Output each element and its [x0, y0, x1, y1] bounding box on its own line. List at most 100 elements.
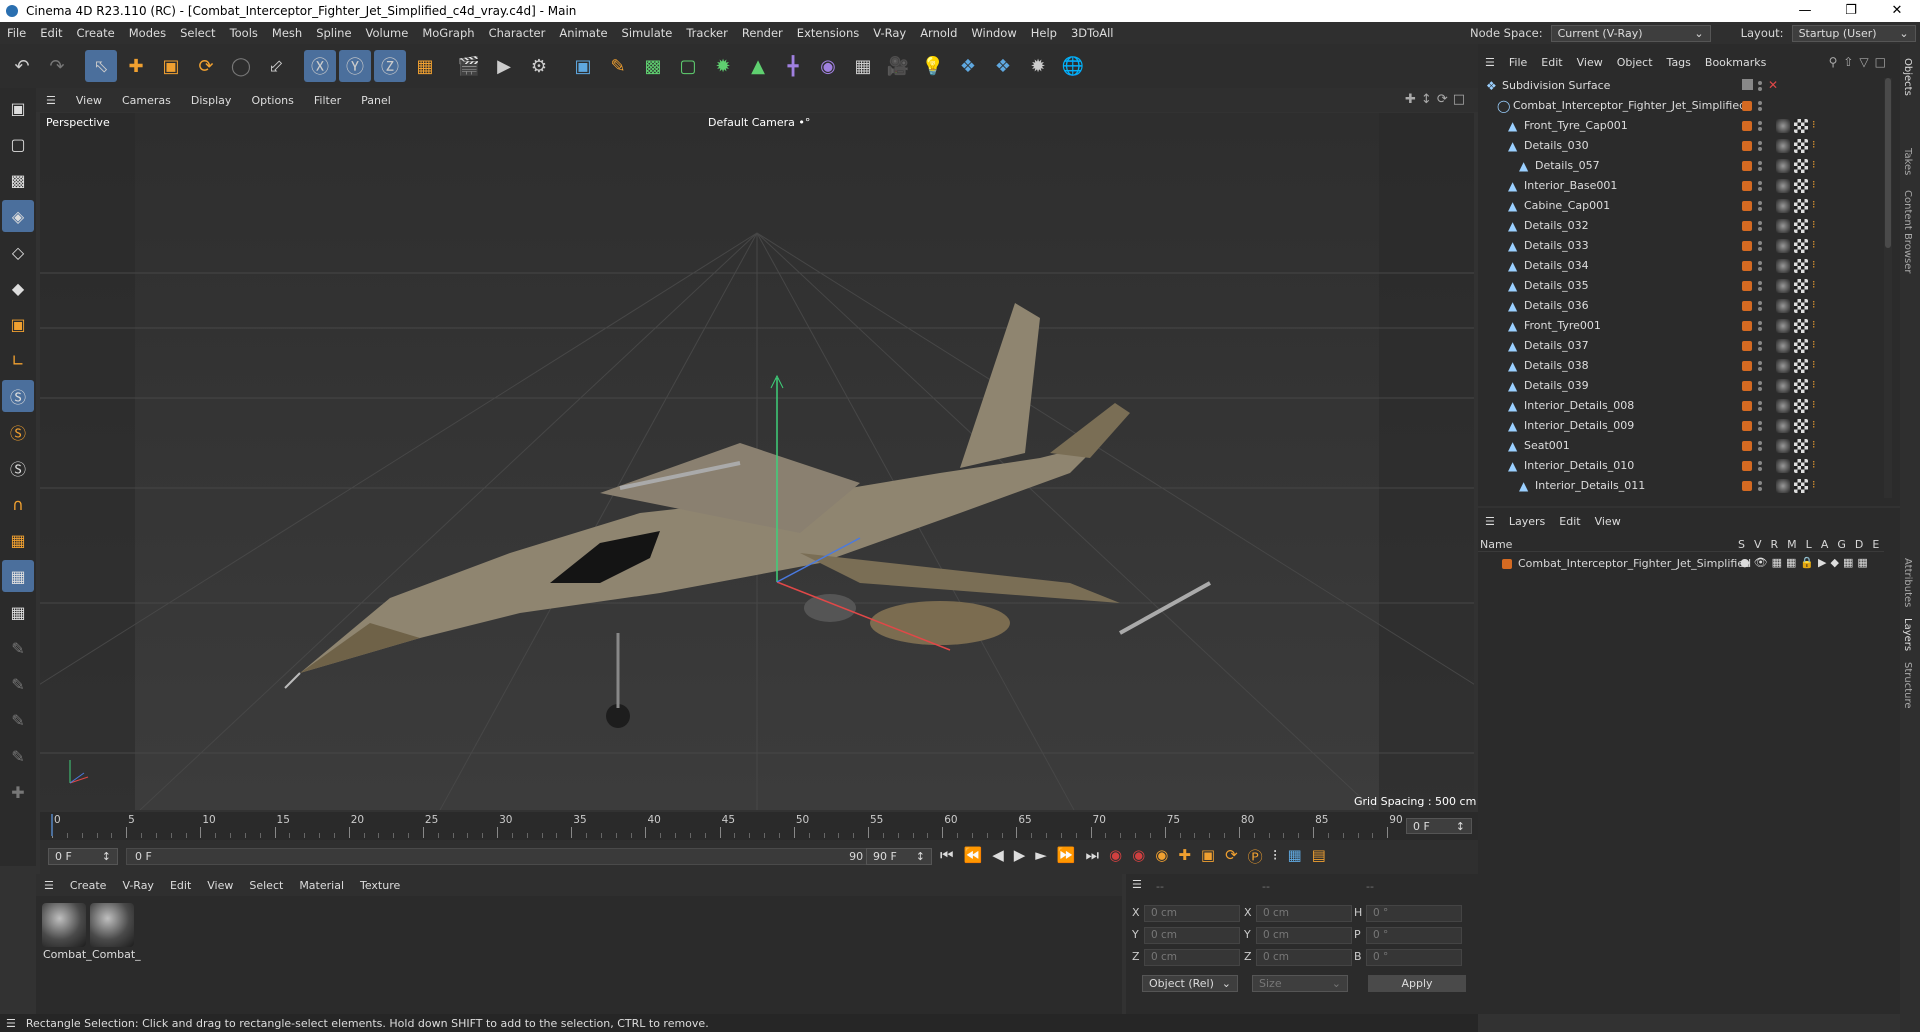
phong-tag-icon[interactable]: ⁝	[1812, 158, 1816, 171]
make-editable-icon[interactable]: ▣	[2, 92, 34, 124]
menu-animate[interactable]: Animate	[552, 26, 614, 40]
add-tool-icon[interactable]: ✚	[2, 776, 34, 808]
layer-flag-column[interactable]: A	[1821, 538, 1829, 551]
object-row[interactable]: ▲ Interior_Details_008 ⁝	[1478, 396, 1884, 416]
visibility-dots-icon[interactable]	[1758, 340, 1762, 352]
layer-flag-column[interactable]: L	[1806, 538, 1812, 551]
camera-icon[interactable]: 🎥	[882, 50, 914, 82]
node-space-dropdown[interactable]: Current (V-Ray) ⌄	[1550, 24, 1711, 42]
viewport-menu-view[interactable]: View	[66, 94, 112, 107]
menu-simulate[interactable]: Simulate	[615, 26, 680, 40]
visibility-dots-icon[interactable]	[1758, 400, 1762, 412]
material-tag-icon[interactable]	[1776, 299, 1790, 313]
layer-tag-icon[interactable]	[1742, 201, 1752, 211]
layer-row[interactable]: Combat_Interceptor_Fighter_Jet_Simplifie…	[1478, 555, 1884, 573]
visibility-dots-icon[interactable]	[1758, 200, 1762, 212]
layer-flag-column[interactable]: V	[1754, 538, 1762, 551]
frame-range-slider[interactable]: 0 F 90 F	[126, 848, 882, 865]
layer-tag-icon[interactable]	[1742, 161, 1752, 171]
paint-icon[interactable]: ✎	[2, 632, 34, 664]
rot-b-field[interactable]: 0 °	[1366, 949, 1462, 966]
menu-file[interactable]: File	[0, 26, 33, 40]
visibility-dots-icon[interactable]	[1758, 280, 1762, 292]
pos-y-field[interactable]: 0 cm	[1144, 927, 1240, 944]
material-menu-create[interactable]: Create	[62, 879, 115, 892]
brush-icon[interactable]: ✎	[2, 704, 34, 736]
maximize-icon[interactable]: ❐	[1828, 0, 1874, 22]
material-tag-icon[interactable]	[1776, 119, 1790, 133]
uvw-tag-icon[interactable]	[1794, 219, 1808, 233]
minimize-icon[interactable]: —	[1782, 0, 1828, 22]
rotation-key-icon[interactable]: ⟳	[1225, 846, 1238, 867]
viewport-menu-options[interactable]: Options	[241, 94, 303, 107]
polygon-object-icon[interactable]: ▲	[1508, 119, 1517, 133]
coordinate-system-icon[interactable]: ▦	[409, 50, 441, 82]
menu-extensions[interactable]: Extensions	[790, 26, 866, 40]
visibility-dots-icon[interactable]	[1758, 240, 1762, 252]
phong-tag-icon[interactable]: ⁝	[1812, 138, 1816, 151]
menu-3dtoall[interactable]: 3DToAll	[1064, 26, 1121, 40]
polygon-object-icon[interactable]: ▲	[1508, 199, 1517, 213]
layer-panel-menu-icon[interactable]: ☰	[1478, 515, 1502, 528]
tab-layers[interactable]: Layers	[1902, 618, 1913, 651]
menu-help[interactable]: Help	[1024, 26, 1064, 40]
python-generator-icon[interactable]: ❖	[987, 50, 1019, 82]
size-y-field[interactable]: 0 cm	[1256, 927, 1352, 944]
status-menu-icon[interactable]: ☰	[0, 1017, 26, 1030]
snap-icon[interactable]: Ⓢ	[2, 380, 34, 412]
layout-dropdown[interactable]: Startup (User) ⌄	[1791, 24, 1916, 42]
start-frame-field[interactable]: 0 F ↕	[48, 848, 118, 865]
selection-tool-icon[interactable]: ⬁	[85, 50, 117, 82]
viewport-panel-menu-icon[interactable]: ☰	[36, 94, 66, 107]
visibility-dots-icon[interactable]	[1758, 160, 1762, 172]
object-row[interactable]: ▲ Front_Tyre001 ⁝	[1478, 316, 1884, 336]
phong-tag-icon[interactable]: ⁝	[1812, 178, 1816, 191]
material-tag-icon[interactable]	[1776, 199, 1790, 213]
object-row[interactable]: ❖ Subdivision Surface ✕	[1478, 76, 1884, 96]
uvw-tag-icon[interactable]	[1794, 279, 1808, 293]
menu-character[interactable]: Character	[482, 26, 553, 40]
visibility-dots-icon[interactable]	[1758, 460, 1762, 472]
object-menu-bookmarks[interactable]: Bookmarks	[1698, 56, 1773, 69]
material-tag-icon[interactable]	[1776, 319, 1790, 333]
layer-tag-icon[interactable]	[1742, 381, 1752, 391]
coords-panel-menu-icon[interactable]: ☰	[1132, 878, 1142, 891]
phong-tag-icon[interactable]: ⁝	[1812, 298, 1816, 311]
material-tag-icon[interactable]	[1776, 419, 1790, 433]
pos-x-field[interactable]: 0 cm	[1144, 905, 1240, 922]
layer-tag-icon[interactable]	[1742, 181, 1752, 191]
phong-tag-icon[interactable]: ⁝	[1812, 378, 1816, 391]
light-icon[interactable]: 💡	[917, 50, 949, 82]
layer-flag-column[interactable]: E	[1872, 538, 1879, 551]
phong-tag-icon[interactable]: ⁝	[1812, 358, 1816, 371]
layer-tag-icon[interactable]	[1742, 241, 1752, 251]
object-row[interactable]: ▲ Details_032 ⁝	[1478, 216, 1884, 236]
visibility-dots-icon[interactable]	[1758, 300, 1762, 312]
y-axis-icon[interactable]: Ⓨ	[339, 50, 371, 82]
material-menu-vray[interactable]: V-Ray	[114, 879, 162, 892]
render-picture-viewer-icon[interactable]: ▶	[488, 50, 520, 82]
close-icon[interactable]: ✕	[1874, 0, 1920, 22]
polygon-object-icon[interactable]: ▲	[1508, 419, 1517, 433]
object-row[interactable]: ▲ Interior_Details_011 ⁝	[1478, 476, 1884, 496]
polygon-object-icon[interactable]: ▲	[1508, 179, 1517, 193]
layer-tag-icon[interactable]	[1742, 301, 1752, 311]
material-tag-icon[interactable]	[1776, 219, 1790, 233]
object-row[interactable]: ▲ Details_038 ⁝	[1478, 356, 1884, 376]
model-mode-icon[interactable]: ▢	[2, 128, 34, 160]
z-axis-icon[interactable]: Ⓩ	[374, 50, 406, 82]
menu-render[interactable]: Render	[735, 26, 790, 40]
menu-vray[interactable]: V-Ray	[866, 26, 913, 40]
polygon-object-icon[interactable]: ▲	[1508, 319, 1517, 333]
material-menu-view[interactable]: View	[199, 879, 241, 892]
point-mode-icon[interactable]: ◈	[2, 200, 34, 232]
play-icon[interactable]: ▶	[1014, 846, 1026, 867]
tab-structure[interactable]: Structure	[1902, 662, 1913, 709]
size-z-field[interactable]: 0 cm	[1256, 949, 1352, 966]
polygon-object-icon[interactable]: ▲	[1508, 259, 1517, 273]
layer-tag-icon[interactable]	[1742, 281, 1752, 291]
layer-tag-icon[interactable]	[1742, 261, 1752, 271]
pen-icon[interactable]: ✎	[602, 50, 634, 82]
mograph-icon[interactable]: ▲	[742, 50, 774, 82]
phong-tag-icon[interactable]: ⁝	[1812, 278, 1816, 291]
